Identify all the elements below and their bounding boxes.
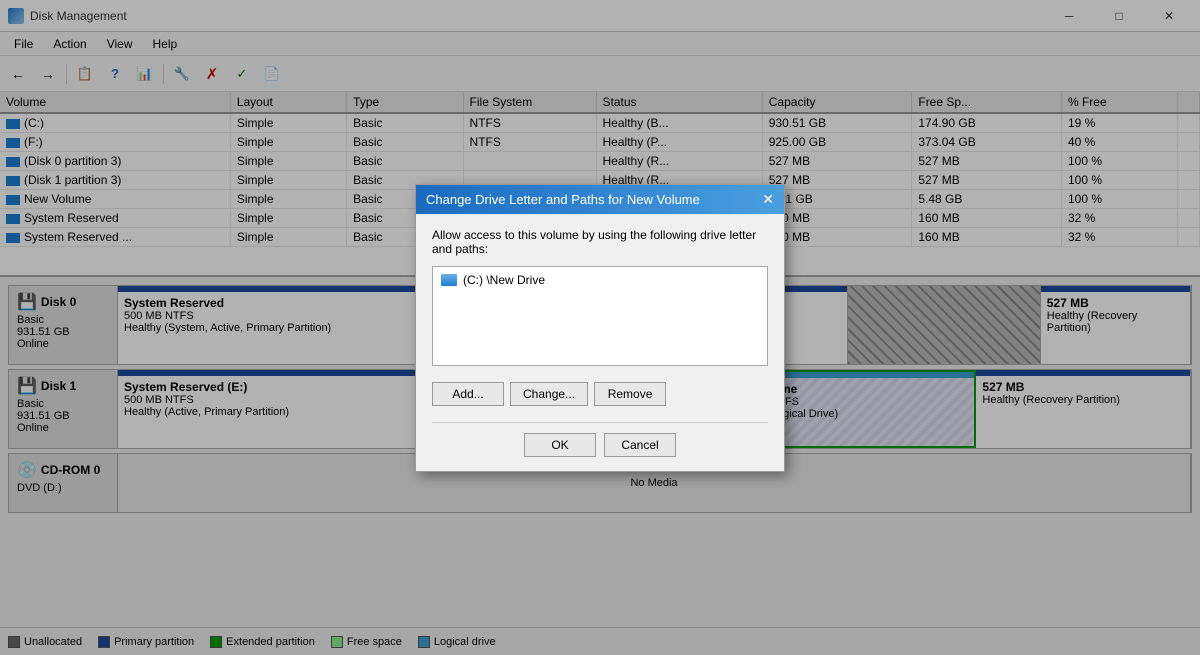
modal-divider [432, 422, 768, 423]
modal-dialog: Change Drive Letter and Paths for New Vo… [415, 184, 785, 472]
modal-remove-button[interactable]: Remove [594, 382, 666, 406]
modal-ok-button[interactable]: OK [524, 433, 596, 457]
modal-add-button[interactable]: Add... [432, 382, 504, 406]
modal-overlay: Change Drive Letter and Paths for New Vo… [0, 0, 1200, 655]
modal-title-bar: Change Drive Letter and Paths for New Vo… [416, 185, 784, 214]
modal-description: Allow access to this volume by using the… [432, 228, 768, 256]
drive-icon [441, 274, 457, 286]
modal-cancel-button[interactable]: Cancel [604, 433, 676, 457]
modal-list[interactable]: (C:) \New Drive [432, 266, 768, 366]
modal-close-button[interactable]: ✕ [762, 191, 774, 208]
modal-bottom-buttons: OK Cancel [432, 433, 768, 457]
modal-list-item[interactable]: (C:) \New Drive [437, 271, 763, 289]
modal-title: Change Drive Letter and Paths for New Vo… [426, 192, 700, 207]
modal-body: Allow access to this volume by using the… [416, 214, 784, 471]
modal-change-button[interactable]: Change... [510, 382, 588, 406]
modal-list-item-label: (C:) \New Drive [463, 273, 545, 287]
modal-top-buttons: Add... Change... Remove [432, 382, 768, 406]
